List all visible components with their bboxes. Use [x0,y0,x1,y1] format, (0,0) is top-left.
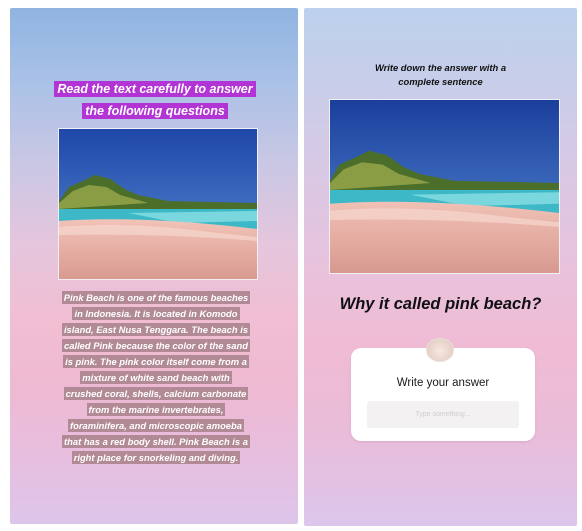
instruction-heading: Read the text carefully to answer the fo… [32,78,278,122]
avatar [426,338,454,362]
answer-input[interactable] [367,401,519,428]
beach-photo [329,99,560,274]
answer-instruction: Write down the answer with a complete se… [324,61,557,89]
beach-photo [58,128,258,280]
story-left-panel: Read the text carefully to answer the fo… [10,8,298,524]
paragraph-line: from the marine invertebrates, [86,403,226,416]
instruction-line-2: complete sentence [398,76,483,87]
paragraph-line: island, East Nusa Tenggara. The beach is [61,323,251,336]
answer-prompt: Write your answer [396,377,490,389]
paragraph-line: called Pink because the color of the san… [62,339,250,352]
paragraph-line: is pink. The pink color itself come from… [63,355,249,368]
question-sticker: Write your answer [351,348,535,441]
heading-line-2: the following questions [82,103,228,119]
paragraph-line: foraminifera, and microscopic amoeba [68,419,244,432]
instruction-line-1: Write down the answer with a [374,62,507,73]
heading-line-1: Read the text carefully to answer [54,81,256,97]
paragraph-line: that has a red body shell. Pink Beach is… [62,435,250,448]
paragraph-line: right place for snorkeling and diving. [71,451,241,464]
description-paragraph: Pink Beach is one of the famous beaches … [28,289,284,465]
paragraph-line: mixture of white sand beach with [80,371,232,384]
question-heading: Why it called pink beach? [339,295,542,313]
paragraph-line: crushed coral, shells, calcium carbonate [63,387,249,400]
paragraph-line: Pink Beach is one of the famous beaches [61,291,251,304]
paragraph-line: in Indonesia. It is located in Komodo [72,307,240,320]
story-right-panel: Write down the answer with a complete se… [304,8,577,526]
